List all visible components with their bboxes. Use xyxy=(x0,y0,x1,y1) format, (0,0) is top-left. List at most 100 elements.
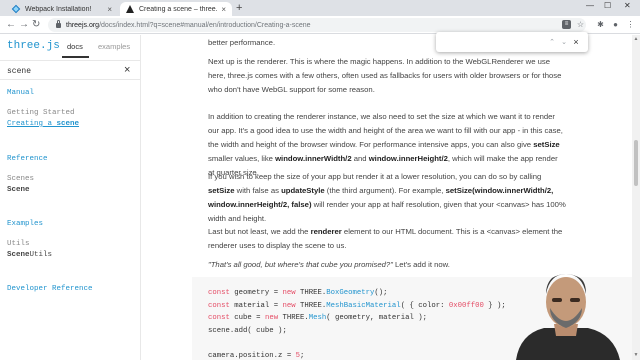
maximize-icon[interactable]: ☐ xyxy=(604,1,611,10)
code-token: THREE. xyxy=(295,289,327,297)
tab-title: Creating a scene – three.js docs xyxy=(139,5,218,13)
code-token: new xyxy=(264,314,279,322)
scroll-up-icon[interactable]: ▲ xyxy=(632,36,640,42)
tab-docs[interactable]: docs xyxy=(67,42,83,51)
close-window-icon[interactable]: ✕ xyxy=(624,1,631,10)
nav-item-scene[interactable]: Scene xyxy=(7,186,30,194)
code-token: } ); xyxy=(483,301,506,310)
find-next-icon[interactable]: ⌄ xyxy=(558,38,570,46)
code-line: const material = new THREE.MeshBasicMate… xyxy=(208,302,506,310)
code-token: ( { color: xyxy=(400,301,449,310)
new-tab-button[interactable]: + xyxy=(236,2,242,14)
nav-group-title: Getting Started xyxy=(7,109,75,117)
active-tab-indicator xyxy=(62,56,89,58)
url-host: threejs.org xyxy=(66,21,100,29)
paragraph: Next up is the renderer. This is where t… xyxy=(208,57,562,94)
code-token: ; xyxy=(299,351,305,360)
page-scrollbar[interactable] xyxy=(632,35,640,360)
back-icon[interactable]: ← xyxy=(6,19,16,31)
code-token: scene.add( cube ); xyxy=(208,326,287,335)
find-bar: ⌃ ⌄ × xyxy=(436,32,588,52)
paragraph: Last but not least, we add the renderer … xyxy=(208,225,566,253)
nav-item-match: scene xyxy=(56,120,80,128)
docs-sidebar: three.js docs examples × Manual Getting … xyxy=(0,35,141,360)
reader-mode-icon[interactable]: ≡ xyxy=(562,20,571,29)
find-close-icon[interactable]: × xyxy=(570,37,582,47)
code-token: (); xyxy=(374,289,388,297)
code-token: geometry = xyxy=(229,289,283,297)
address-bar[interactable]: threejs.org /docs/index.html?q=scene#man… xyxy=(48,18,586,32)
code-token: BoxGeometry xyxy=(326,289,375,297)
inline-code: setSize xyxy=(208,186,235,195)
text: If you wish to keep the size of your app… xyxy=(208,172,542,181)
code-token: THREE. xyxy=(295,301,327,310)
nav-item-match: Scene xyxy=(7,251,30,259)
scroll-down-icon[interactable]: ▼ xyxy=(632,352,640,358)
profile-icon[interactable]: ● xyxy=(611,20,620,29)
text: In addition to creating the renderer ins… xyxy=(208,112,563,149)
extensions-icon[interactable]: ✱ xyxy=(596,20,605,29)
nav-heading-manual: Manual xyxy=(7,89,35,97)
minimize-icon[interactable]: — xyxy=(586,1,594,10)
paragraph: If you wish to keep the size of your app… xyxy=(208,170,566,226)
code-token: 0x00ff00 xyxy=(448,301,484,310)
nav-heading-developer-reference: Developer Reference xyxy=(7,285,93,293)
quote: "That's all good, but where's that cube … xyxy=(208,260,393,269)
nav-group-title: Utils xyxy=(7,240,30,248)
find-input[interactable] xyxy=(442,36,546,48)
text: with false as xyxy=(234,186,282,195)
brand-logo[interactable]: three.js xyxy=(7,40,60,52)
nav-item-sceneutils[interactable]: SceneUtils xyxy=(7,251,52,259)
code-token: Mesh xyxy=(308,314,327,322)
text: Last but not least, we add the xyxy=(208,227,311,236)
code-token: new xyxy=(282,301,296,310)
inline-code: window.innerWidth/2 xyxy=(275,154,352,163)
tab-title: Webpack Installation! xyxy=(25,5,92,13)
inline-code: setSize xyxy=(533,140,560,149)
menu-icon[interactable]: ⋮ xyxy=(626,20,635,29)
browser-tab-webpack[interactable]: Webpack Installation! × xyxy=(6,2,118,16)
text: and xyxy=(351,154,369,163)
code-token: const xyxy=(208,289,230,297)
threejs-favicon-icon xyxy=(126,5,134,13)
nav-item-match: Scene xyxy=(7,186,30,194)
close-tab-icon[interactable]: × xyxy=(107,5,112,14)
browser-tab-threejs[interactable]: Creating a scene – three.js docs × xyxy=(120,2,232,16)
code-token: const xyxy=(208,314,230,322)
inline-code: renderer xyxy=(310,227,342,236)
code-line: const geometry = new THREE.BoxGeometry()… xyxy=(208,289,388,297)
clear-search-icon[interactable]: × xyxy=(124,64,130,76)
text: (the third argument). For example, xyxy=(324,186,446,195)
url-path: /docs/index.html?q=scene#manual/en/intro… xyxy=(99,21,311,29)
scrollbar-thumb[interactable] xyxy=(634,140,638,186)
code-token: cube = xyxy=(229,314,265,322)
code-token: THREE. xyxy=(278,314,309,322)
lock-icon xyxy=(56,19,61,28)
browser-tab-bar: Webpack Installation! × Creating a scene… xyxy=(0,0,640,16)
code-line: scene.add( cube ); xyxy=(208,327,287,335)
close-tab-icon[interactable]: × xyxy=(221,5,226,14)
presenter-webcam-overlay xyxy=(516,274,620,360)
code-token: camera.position.z = xyxy=(208,351,296,360)
nav-heading-reference: Reference xyxy=(7,155,48,163)
inline-code: updateStyle xyxy=(281,186,325,195)
nav-item-text: Creating a xyxy=(7,120,57,128)
forward-icon[interactable]: → xyxy=(19,19,29,31)
nav-heading-examples: Examples xyxy=(7,220,44,228)
tab-examples[interactable]: examples xyxy=(98,42,130,51)
nav-item-creating-a-scene[interactable]: Creating a scene xyxy=(7,120,79,128)
reload-icon[interactable]: ↻ xyxy=(32,19,40,31)
code-line: const cube = new THREE.Mesh( geometry, m… xyxy=(208,314,427,322)
code-token: ( geometry, material ); xyxy=(326,314,427,322)
find-prev-icon[interactable]: ⌃ xyxy=(546,38,558,46)
code-token: const xyxy=(208,301,230,310)
search-row: × xyxy=(0,60,141,80)
nav-group-title: Scenes xyxy=(7,175,35,183)
code-token: new xyxy=(282,289,296,297)
bookmark-star-icon[interactable]: ☆ xyxy=(576,20,585,29)
nav-item-text: Utils xyxy=(29,251,53,259)
search-input[interactable] xyxy=(7,65,117,77)
code-token: MeshBasicMaterial xyxy=(326,301,401,310)
webpack-favicon-icon xyxy=(11,4,21,14)
text: smaller values, like xyxy=(208,154,276,163)
